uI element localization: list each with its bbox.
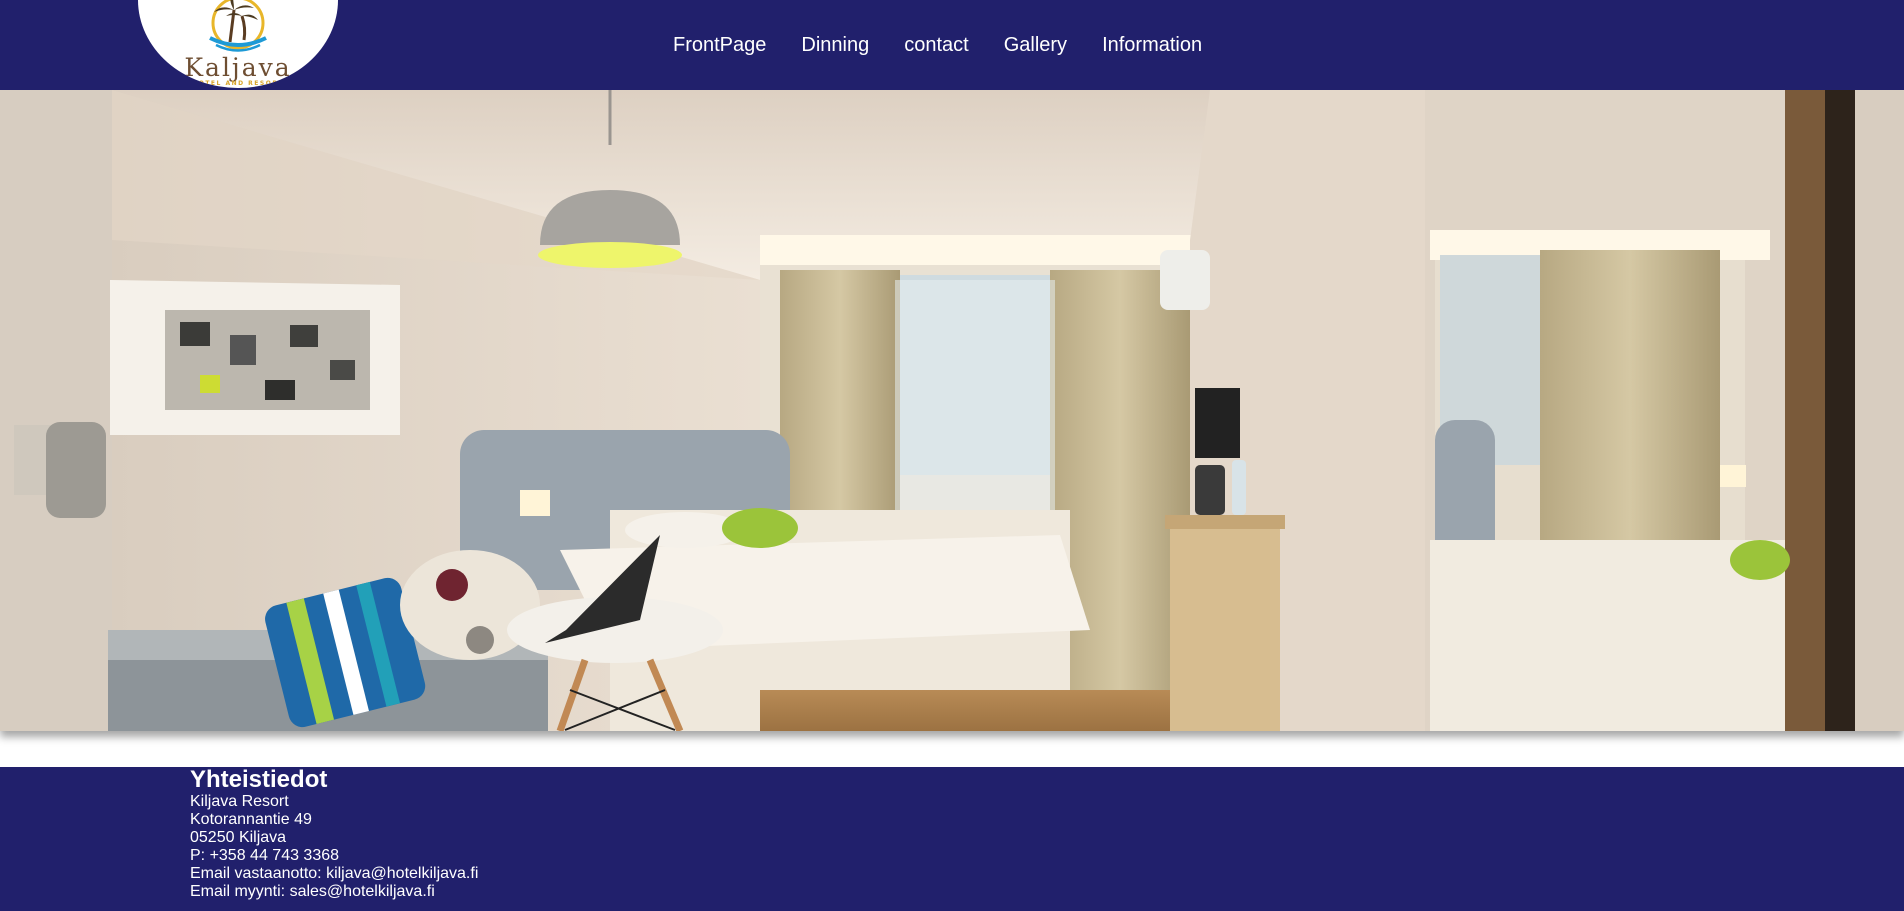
site-footer: Yhteistiedot Kiljava Resort Kotorannanti… xyxy=(0,767,1904,911)
footer-line-email-reception[interactable]: Email vastaanotto: kiljava@hotelkiljava.… xyxy=(190,865,478,883)
nav-information[interactable]: Information xyxy=(1102,31,1202,59)
hotel-room-photo xyxy=(0,90,1904,731)
contact-info: Yhteistiedot Kiljava Resort Kotorannanti… xyxy=(190,767,478,901)
nav-dinning[interactable]: Dinning xyxy=(801,31,869,59)
footer-line-postal: 05250 Kiljava xyxy=(190,829,287,846)
nav-gallery[interactable]: Gallery xyxy=(1004,31,1067,59)
footer-line-name: Kiljava Resort xyxy=(190,793,289,810)
main-nav: FrontPage Dinning contact Gallery Inform… xyxy=(673,31,1237,59)
site-header: Kaljava HOTEL AND RESORT FrontPage Dinni… xyxy=(0,0,1904,90)
logo-tagline: HOTEL AND RESORT xyxy=(192,80,284,87)
logo-name: Kaljava xyxy=(184,53,292,82)
footer-title: Yhteistiedot xyxy=(190,766,328,793)
logo[interactable]: Kaljava HOTEL AND RESORT xyxy=(138,0,338,88)
nav-contact[interactable]: contact xyxy=(904,31,968,59)
hero-image xyxy=(0,90,1904,731)
footer-line-phone: P: +358 44 743 3368 xyxy=(190,847,340,864)
nav-frontpage[interactable]: FrontPage xyxy=(673,31,766,59)
footer-line-street: Kotorannantie 49 xyxy=(190,811,312,828)
footer-line-email-sales[interactable]: Email myynti: sales@hotelkiljava.fi xyxy=(190,883,478,901)
